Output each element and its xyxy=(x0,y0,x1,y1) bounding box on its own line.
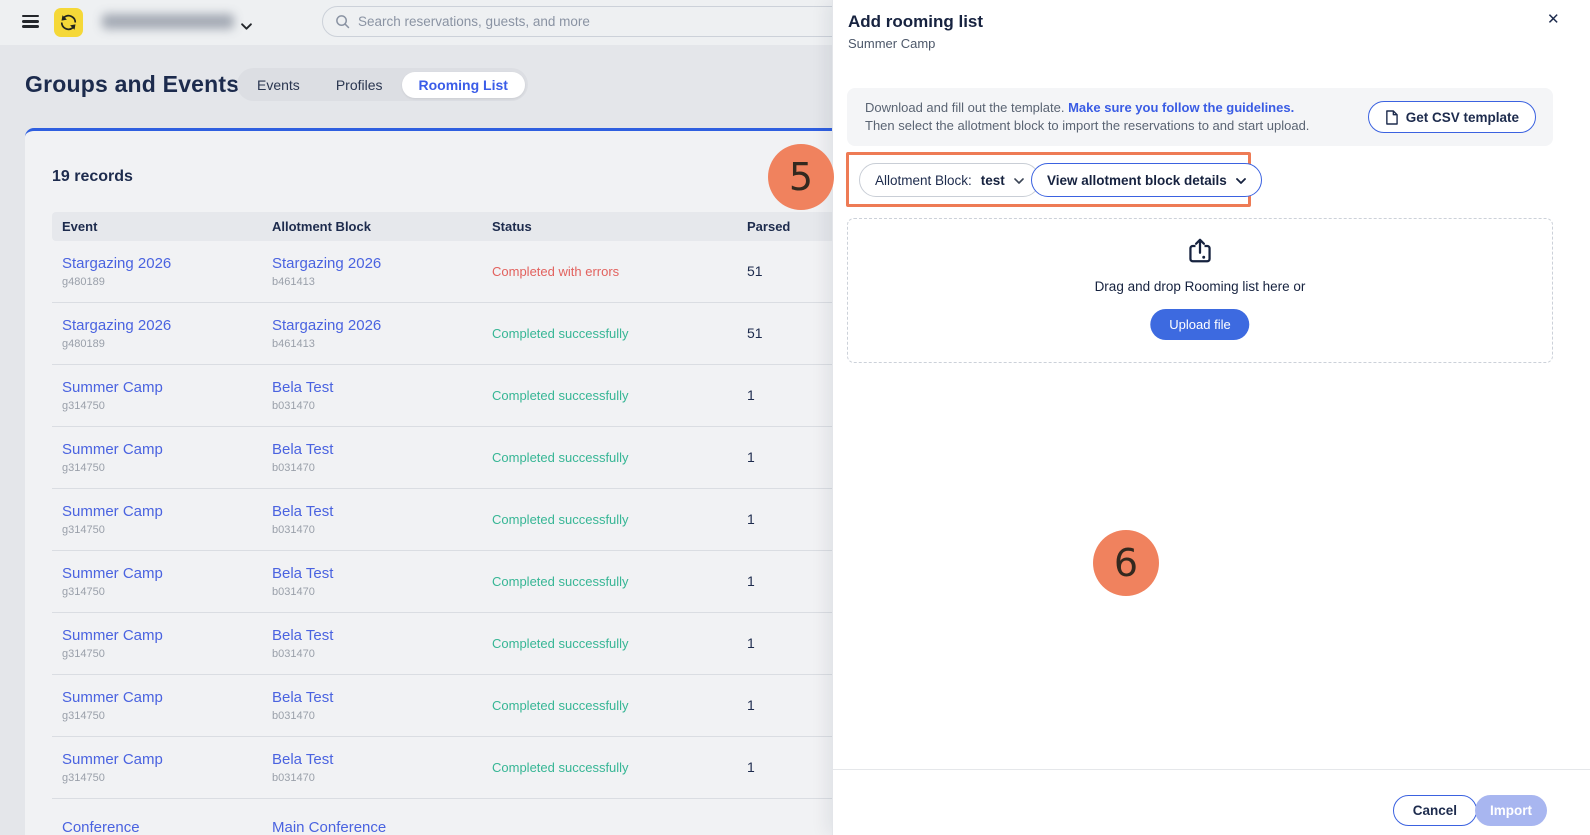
allotment-dropdown-label: Allotment Block: xyxy=(875,173,972,188)
panel-title: Add rooming list xyxy=(848,12,983,32)
cancel-button[interactable]: Cancel xyxy=(1393,795,1477,826)
allotment-block-id: b031470 xyxy=(272,710,482,722)
document-icon xyxy=(1385,110,1398,125)
event-link[interactable]: Summer Camp xyxy=(62,627,262,644)
annotation-step-5: 5 xyxy=(768,144,834,210)
search-icon xyxy=(335,14,350,29)
tab-bar: Events Profiles Rooming List xyxy=(237,68,528,101)
allotment-block-id: b031470 xyxy=(272,400,482,412)
allotment-block-id: b461413 xyxy=(272,276,482,288)
status-text: Completed successfully xyxy=(492,698,629,713)
event-link[interactable]: Summer Camp xyxy=(62,441,262,458)
parsed-count: 1 xyxy=(747,697,755,713)
event-link[interactable]: Summer Camp xyxy=(62,379,262,396)
allotment-block-link[interactable]: Bela Test xyxy=(272,565,482,582)
parsed-count: 51 xyxy=(747,263,763,279)
parsed-count: 1 xyxy=(747,511,755,527)
event-id: g480189 xyxy=(62,276,262,288)
allotment-block-link[interactable]: Main Conference xyxy=(272,819,482,835)
allotment-block-link[interactable]: Bela Test xyxy=(272,503,482,520)
event-link[interactable]: Summer Camp xyxy=(62,689,262,706)
allotment-block-id: b031470 xyxy=(272,524,482,536)
info-line1: Download and fill out the template. xyxy=(865,100,1064,115)
event-link[interactable]: Conference xyxy=(62,819,262,835)
property-name-blurred[interactable] xyxy=(102,14,234,29)
event-id: g480189 xyxy=(62,338,262,350)
event-id: g314750 xyxy=(62,710,262,722)
panel-subtitle: Summer Camp xyxy=(848,36,935,51)
event-link[interactable]: Summer Camp xyxy=(62,751,262,768)
template-info-box: Download and fill out the template. Make… xyxy=(847,88,1553,146)
hamburger-menu-icon[interactable] xyxy=(22,15,39,28)
view-allotment-block-details-button[interactable]: View allotment block details xyxy=(1031,163,1262,197)
status-text: Completed successfully xyxy=(492,388,629,403)
status-text: Completed successfully xyxy=(492,512,629,527)
allotment-block-link[interactable]: Stargazing 2026 xyxy=(272,255,482,272)
allotment-block-link[interactable]: Bela Test xyxy=(272,441,482,458)
event-id: g314750 xyxy=(62,462,262,474)
status-text: Completed successfully xyxy=(492,636,629,651)
tab-rooming-list[interactable]: Rooming List xyxy=(402,72,525,98)
chevron-down-icon xyxy=(1014,178,1024,184)
upload-file-button[interactable]: Upload file xyxy=(1150,309,1249,340)
parsed-count: 1 xyxy=(747,387,755,403)
tab-profiles[interactable]: Profiles xyxy=(319,72,400,98)
guidelines-link[interactable]: Make sure you follow the guidelines. xyxy=(1068,100,1294,115)
event-id: g314750 xyxy=(62,524,262,536)
page-title: Groups and Events xyxy=(25,71,239,98)
allotment-dropdown-value: test xyxy=(981,173,1005,188)
allotment-block-id: b031470 xyxy=(272,462,482,474)
event-id: g314750 xyxy=(62,400,262,412)
get-csv-template-button[interactable]: Get CSV template xyxy=(1368,101,1536,133)
status-text: Completed successfully xyxy=(492,760,629,775)
template-info-text: Download and fill out the template. Make… xyxy=(865,99,1345,135)
allotment-block-id: b031470 xyxy=(272,772,482,784)
brand-logo[interactable] xyxy=(54,8,83,37)
parsed-count: 51 xyxy=(747,325,763,341)
parsed-count: 1 xyxy=(747,635,755,651)
chevron-down-icon xyxy=(1236,178,1246,184)
allotment-block-link[interactable]: Bela Test xyxy=(272,379,482,396)
allotment-block-id: b461413 xyxy=(272,338,482,350)
event-link[interactable]: Summer Camp xyxy=(62,503,262,520)
property-chevron-down-icon[interactable] xyxy=(241,17,252,35)
allotment-block-link[interactable]: Bela Test xyxy=(272,627,482,644)
event-id: g314750 xyxy=(62,648,262,660)
column-header-event: Event xyxy=(52,219,262,234)
info-line2: Then select the allotment block to impor… xyxy=(865,118,1309,133)
parsed-count: 1 xyxy=(747,449,755,465)
drag-drop-text: Drag and drop Rooming list here or xyxy=(848,279,1552,294)
status-text: Completed successfully xyxy=(492,326,629,341)
panel-footer: Cancel Import xyxy=(833,769,1590,835)
tab-events[interactable]: Events xyxy=(240,72,317,98)
allotment-block-id: b031470 xyxy=(272,586,482,598)
event-id: g314750 xyxy=(62,772,262,784)
import-button[interactable]: Import xyxy=(1475,795,1547,826)
brand-swirl-icon xyxy=(59,13,78,32)
status-text: Completed successfully xyxy=(492,450,629,465)
allotment-block-id: b031470 xyxy=(272,648,482,660)
close-icon[interactable]: ✕ xyxy=(1543,8,1564,30)
allotment-block-link[interactable]: Stargazing 2026 xyxy=(272,317,482,334)
parsed-count: 1 xyxy=(747,759,755,775)
event-id: g314750 xyxy=(62,586,262,598)
add-rooming-list-panel: Add rooming list Summer Camp ✕ Download … xyxy=(832,0,1590,835)
parsed-count: 1 xyxy=(747,573,755,589)
event-link[interactable]: Summer Camp xyxy=(62,565,262,582)
status-text: Completed with errors xyxy=(492,264,619,279)
status-text: Completed successfully xyxy=(492,574,629,589)
drag-drop-zone[interactable]: Drag and drop Rooming list here or Uploa… xyxy=(847,218,1553,363)
upload-icon xyxy=(1185,237,1215,269)
event-link[interactable]: Stargazing 2026 xyxy=(62,255,262,272)
column-header-allotment-block: Allotment Block xyxy=(262,219,482,234)
annotation-step-6: 6 xyxy=(1093,530,1159,596)
allotment-block-dropdown[interactable]: Allotment Block: test xyxy=(859,163,1040,197)
allotment-block-link[interactable]: Bela Test xyxy=(272,689,482,706)
event-link[interactable]: Stargazing 2026 xyxy=(62,317,262,334)
allotment-block-link[interactable]: Bela Test xyxy=(272,751,482,768)
column-header-status: Status xyxy=(482,219,737,234)
